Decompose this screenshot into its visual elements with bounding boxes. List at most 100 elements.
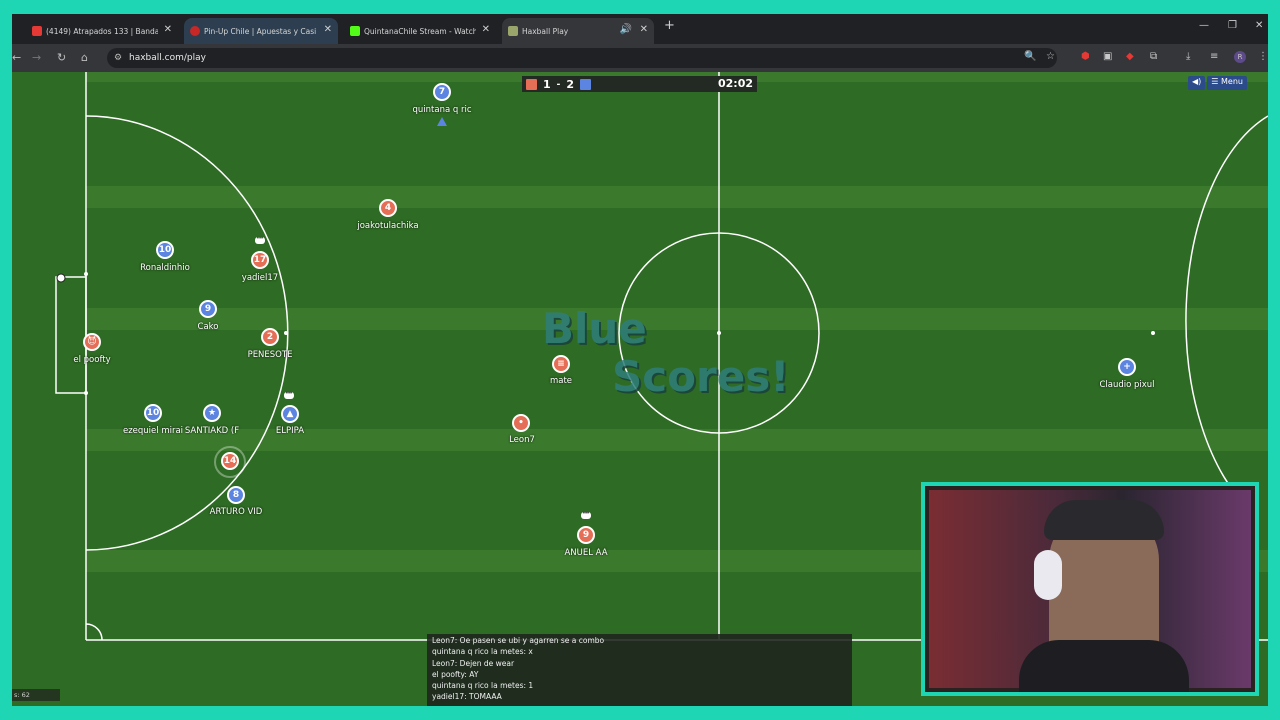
game-menu-buttons: ◀) ☰ Menu: [1188, 76, 1247, 90]
player-disc: 9: [577, 526, 595, 544]
tab-title: Pin-Up Chile | Apuestas y Casino: [204, 26, 316, 36]
minimize-icon[interactable]: —: [1199, 20, 1209, 31]
reload-icon[interactable]: ↻: [57, 51, 66, 64]
shirt: [1019, 640, 1189, 692]
maximize-icon[interactable]: ❐: [1228, 20, 1237, 31]
player-name: el poofty: [73, 355, 111, 365]
url-bar[interactable]: ⚙ haxball.com/play: [107, 48, 1057, 68]
extension-icon[interactable]: ▣: [1103, 51, 1112, 62]
menu-button[interactable]: ☰ Menu: [1207, 76, 1247, 90]
site-info-icon[interactable]: ⚙: [114, 48, 122, 68]
profile-avatar[interactable]: R: [1234, 51, 1246, 63]
kick-icon: [350, 26, 360, 36]
player-name: yadiel17: [241, 273, 279, 283]
player-disc: 9: [199, 300, 217, 318]
player-disc: 7: [433, 83, 451, 101]
player-disc: ★: [203, 404, 221, 422]
tab-title: Haxball Play: [522, 26, 569, 36]
extensions-puzzle-icon[interactable]: ⧉: [1150, 51, 1157, 62]
player-disc: 8: [227, 486, 245, 504]
forward-icon[interactable]: →: [32, 51, 41, 64]
tab-kick[interactable]: QuintanaChile Stream - Watch L ✕: [344, 18, 496, 44]
player-disc: ▲: [281, 405, 299, 423]
url-text: haxball.com/play: [129, 53, 206, 63]
player-disc: 10: [144, 404, 162, 422]
goal-message-line1: Blue: [542, 304, 647, 353]
red-score: 1: [543, 77, 551, 91]
player-disc: 14: [221, 452, 239, 470]
close-icon[interactable]: ✕: [640, 24, 648, 35]
webcam-overlay: [921, 482, 1259, 696]
chat-bubble-icon: •••: [284, 391, 294, 399]
blue-team-swatch: [579, 78, 591, 90]
player-name: Claudio pixul: [1099, 380, 1155, 390]
ping-readout: s: 62: [12, 689, 60, 701]
tab-youtube[interactable]: (4149) Atrapados 133 | Bandas ✕: [26, 18, 178, 44]
player-name: Cako: [197, 322, 219, 332]
tab-pinup[interactable]: Pin-Up Chile | Apuestas y Casino ✕: [184, 18, 338, 44]
player-name: SANTIAKD (F: [184, 426, 240, 436]
chat-line: quintana q rico la metes: 1: [432, 681, 534, 691]
blue-score: 2: [566, 77, 574, 91]
tab-strip: (4149) Atrapados 133 | Bandas ✕ Pin-Up C…: [12, 14, 1268, 44]
player-name: Ronaldinhio: [140, 263, 190, 273]
youtube-icon: [32, 26, 42, 36]
player-disc: 10: [156, 241, 174, 259]
chat-line: quintana q rico la metes: x: [432, 647, 533, 657]
extension-icon[interactable]: ⬢: [1081, 51, 1090, 62]
speaker-icon[interactable]: 🔊: [620, 24, 632, 35]
player-disc: 17: [251, 251, 269, 269]
player-disc: 😈: [83, 333, 101, 351]
chat-bubble-icon: •••: [255, 236, 265, 244]
tab-title: QuintanaChile Stream - Watch L: [364, 26, 476, 36]
webcam-feed: [929, 490, 1251, 692]
address-toolbar: ← → ↻ ⌂ ⚙ haxball.com/play 🔍 ☆ ⬢ ▣ ◆ ⧉ ⤓…: [12, 44, 1268, 72]
player-name: ezequiel mirai: [122, 426, 184, 436]
more-menu-icon[interactable]: ⋮: [1258, 51, 1268, 62]
close-icon[interactable]: ✕: [324, 24, 332, 35]
chat-line: yadiel17: TOMAAA: [432, 692, 502, 702]
player-name: ANUEL AA: [564, 548, 608, 558]
haxball-icon: [508, 26, 518, 36]
player-name: joakotulachika: [357, 221, 419, 231]
ball-direction-icon: [437, 117, 447, 126]
scoreboard: 1 - 2 02:02: [522, 76, 757, 92]
zoom-icon[interactable]: 🔍: [1024, 51, 1036, 62]
player-name: PENESOTE: [247, 350, 293, 360]
close-window-icon[interactable]: ✕: [1255, 20, 1263, 31]
chat-line: Leon7: Dejen de wear: [432, 658, 515, 668]
home-icon[interactable]: ⌂: [81, 51, 88, 64]
player-name: Leon7: [509, 435, 535, 445]
player-name: ELPIPA: [275, 426, 305, 436]
player-name: ARTURO VID: [209, 507, 263, 517]
extension-icon[interactable]: ◆: [1126, 51, 1134, 62]
player-disc: ≡: [552, 355, 570, 373]
tab-title: (4149) Atrapados 133 | Bandas: [46, 26, 158, 36]
tab-haxball[interactable]: Haxball Play 🔊 ✕: [502, 18, 654, 44]
chat-line: Leon7: Oe pasen se ubi y agarren se a co…: [432, 636, 605, 645]
playlist-icon[interactable]: ≡: [1210, 51, 1218, 62]
player-disc: 4: [379, 199, 397, 217]
player-name: mate: [549, 376, 573, 386]
red-team-swatch: [526, 78, 537, 90]
player-disc: 2: [261, 328, 279, 346]
back-icon[interactable]: ←: [12, 51, 21, 64]
download-icon[interactable]: ⤓: [1186, 51, 1190, 62]
headphones: [1034, 550, 1062, 600]
close-icon[interactable]: ✕: [482, 24, 490, 35]
chat-bubble-icon: •••: [581, 511, 591, 519]
close-icon[interactable]: ✕: [164, 24, 172, 35]
chat-log: Leon7: Oe pasen se ubi y agarren se a co…: [427, 634, 852, 706]
player-disc: •: [512, 414, 530, 432]
pinup-icon: [190, 26, 200, 36]
audio-toggle-button[interactable]: ◀): [1188, 76, 1206, 90]
goal-message-line2: Scores!: [612, 352, 790, 401]
bookmark-star-icon[interactable]: ☆: [1046, 51, 1055, 62]
chat-line: el poofty: AY: [432, 669, 479, 679]
player-disc: +: [1118, 358, 1136, 376]
new-tab-button[interactable]: +: [664, 18, 675, 33]
match-timer: 02:02: [717, 77, 753, 90]
player-name: quintana q ric: [412, 105, 472, 115]
cap: [1044, 500, 1164, 540]
score-separator: -: [556, 78, 561, 90]
